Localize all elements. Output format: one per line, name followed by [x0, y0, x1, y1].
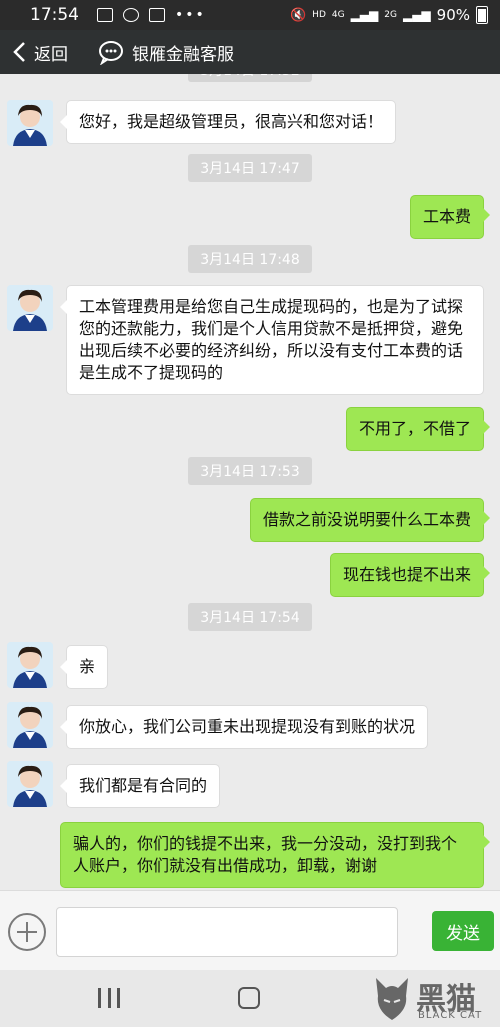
recent-apps-icon[interactable] [98, 988, 120, 1008]
received-message[interactable]: 您好，我是超级管理员，很高兴和您对话！ [59, 100, 397, 144]
sent-message[interactable]: 不用了，不借了 [345, 407, 491, 451]
image-icon [97, 8, 113, 22]
2g-label: 2G [384, 10, 397, 20]
cat-logo-icon [376, 978, 408, 1020]
back-button[interactable]: 返回 [0, 30, 68, 74]
4g-label: 4G [331, 10, 345, 20]
chat-title: 银雁金融客服 [132, 44, 234, 65]
hd-label: HD [312, 10, 326, 20]
sent-message[interactable]: 工本费 [409, 195, 491, 239]
received-message[interactable]: 亲 [59, 645, 109, 689]
received-message[interactable]: 工本管理费用是给您自己生成提现码的，也是为了试探您的还款能力，我们是个人信用贷款… [60, 285, 484, 395]
signal-icon-2: ▂▄▆ [402, 8, 431, 22]
agent-avatar[interactable] [7, 702, 53, 748]
agent-avatar[interactable] [7, 100, 53, 146]
battery-percent: 90% [436, 6, 470, 24]
home-icon[interactable] [238, 987, 260, 1009]
agent-avatar[interactable] [7, 285, 53, 331]
signal-icon: ▂▄▆ [350, 8, 379, 22]
service-chat-icon [99, 41, 123, 65]
timestamp-partial: 3月14日 17:32 [188, 74, 312, 82]
sent-message[interactable]: 骗人的，你们的钱提不出来，我一分没动，没打到我个人账户，你们就没有出借成功，卸载… [60, 822, 490, 888]
app-icon [149, 8, 165, 22]
watermark-subtext: BLACK CAT [418, 1010, 483, 1021]
navigation-bar: 黑猫 BLACK CAT [0, 970, 500, 1027]
status-time: 17:54 [30, 5, 79, 25]
plus-icon[interactable] [8, 913, 46, 951]
timestamp: 3月14日 17:54 [188, 603, 312, 631]
watermark-logo: 黑猫 BLACK CAT [372, 972, 498, 1026]
timestamp: 3月14日 17:53 [188, 457, 312, 485]
input-bar: 发送 [0, 890, 500, 970]
paw-icon [123, 8, 139, 22]
status-right-icons: 🔇 HD 4G ▂▄▆ 2G ▂▄▆ 90% [290, 6, 488, 24]
timestamp: 3月14日 17:48 [188, 245, 312, 273]
battery-icon [476, 6, 488, 24]
chat-header: 返回 银雁金融客服 [0, 30, 500, 74]
agent-avatar[interactable] [7, 761, 53, 807]
back-label: 返回 [34, 44, 68, 65]
received-message[interactable]: 你放心，我们公司重未出现提现没有到账的状况 [59, 705, 429, 749]
status-notification-icons: ••• [97, 7, 206, 23]
timestamp: 3月14日 17:47 [188, 154, 312, 182]
sent-message[interactable]: 借款之前没说明要什么工本费 [249, 498, 491, 542]
mute-icon: 🔇 [289, 7, 307, 23]
received-message[interactable]: 我们都是有合同的 [59, 764, 221, 808]
message-input[interactable] [56, 907, 398, 957]
more-dots-icon: ••• [175, 7, 206, 23]
chevron-left-icon [8, 41, 30, 63]
agent-avatar[interactable] [7, 642, 53, 688]
sent-message[interactable]: 现在钱也提不出来 [329, 553, 491, 597]
message-list[interactable]: 3月14日 17:32 您好，我是超级管理员，很高兴和您对话！ 3月14日 17… [0, 74, 500, 890]
send-button[interactable]: 发送 [432, 911, 494, 951]
status-bar: 17:54 ••• 🔇 HD 4G ▂▄▆ 2G ▂▄▆ 90% [0, 0, 500, 30]
